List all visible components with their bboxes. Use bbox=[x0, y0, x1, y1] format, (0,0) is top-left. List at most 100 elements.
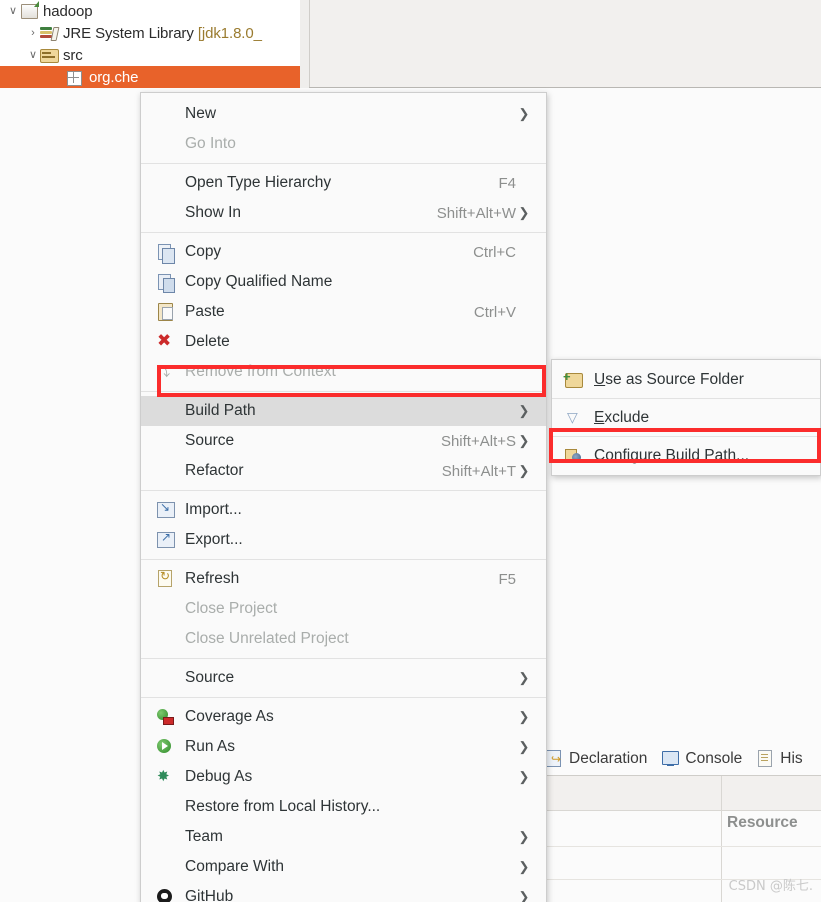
chevron-right-icon[interactable]: › bbox=[26, 27, 40, 39]
tree-row-suffix: [jdk1.8.0_ bbox=[197, 24, 262, 42]
arrow-placeholder: ❯ bbox=[516, 631, 532, 647]
menu-item-go-into: Go Into ❯ bbox=[141, 129, 546, 159]
menu-item-label: Close Project bbox=[185, 600, 278, 617]
menu-item-refresh[interactable]: Refresh F5❯ bbox=[141, 564, 546, 594]
eclipse-workbench-screenshot: ∨ hadoop › JRE System Library [jdk1.8.0_ ∨ sr… bbox=[0, 0, 821, 902]
menu-item-refactor[interactable]: Refactor Shift+Alt+T ❯ bbox=[141, 456, 546, 486]
menu-item-compare-with[interactable]: Compare With ❯ bbox=[141, 852, 546, 882]
configure-build-path-icon bbox=[564, 447, 586, 465]
chevron-right-icon: ❯ bbox=[518, 739, 530, 754]
arrow-placeholder: ❯ bbox=[516, 532, 532, 548]
export-icon bbox=[155, 530, 177, 549]
github-icon bbox=[155, 888, 177, 902]
menu-separator bbox=[141, 232, 546, 233]
menu-item-team[interactable]: Team ❯ bbox=[141, 822, 546, 852]
chevron-down-icon[interactable]: ∨ bbox=[26, 49, 40, 61]
tree-row-label: hadoop bbox=[43, 2, 93, 20]
submenu-item-label: Exclude bbox=[594, 409, 790, 427]
menu-item-copy-qualified-name[interactable]: Copy Qualified Name ❯ bbox=[141, 267, 546, 297]
console-icon bbox=[661, 750, 680, 767]
arrow-placeholder: ❯ bbox=[790, 448, 806, 464]
menu-item-delete[interactable]: ✖ Delete ❯ bbox=[141, 327, 546, 357]
chevron-right-icon: ❯ bbox=[518, 433, 530, 448]
menu-separator bbox=[141, 391, 546, 392]
submenu-item-label-rest: xclude bbox=[604, 408, 650, 426]
submenu-item-configure-build-path[interactable]: Configure Build Path...❯ bbox=[552, 440, 820, 471]
arrow-placeholder: ❯ bbox=[516, 334, 532, 350]
menu-item-github[interactable]: GitHub ❯ bbox=[141, 882, 546, 902]
menu-separator bbox=[141, 163, 546, 164]
exclude-icon: ▽ bbox=[567, 408, 578, 425]
chevron-right-icon: ❯ bbox=[518, 769, 530, 784]
submenu-separator bbox=[552, 398, 820, 399]
menu-item-accelerator: Shift+Alt+S bbox=[440, 432, 516, 450]
delete-icon: ✖ bbox=[157, 331, 172, 351]
mnemonic-letter: U bbox=[594, 370, 606, 388]
import-icon bbox=[155, 500, 177, 519]
build-path-submenu[interactable]: Use as Source Folder❯ ▽ Exclude ❯Configure … bbox=[551, 359, 821, 476]
submenu-item-label: Configure Build Path... bbox=[594, 447, 790, 465]
menu-item-open-type-hierarchy[interactable]: Open Type Hierarchy F4❯ bbox=[141, 168, 546, 198]
tab-label: Declaration bbox=[569, 749, 648, 767]
menu-item-label: Remove from Context bbox=[185, 363, 336, 380]
arrow-placeholder: ❯ bbox=[516, 175, 532, 191]
menu-separator bbox=[141, 658, 546, 659]
menu-item-label: New bbox=[185, 105, 217, 122]
tree-row[interactable]: ∨ src bbox=[0, 44, 300, 66]
menu-item-accelerator: Shift+Alt+W bbox=[436, 204, 516, 222]
column-divider-header[interactable] bbox=[721, 776, 722, 810]
menu-item-export[interactable]: Export... ❯ bbox=[141, 525, 546, 555]
tab-declaration[interactable]: Declaration bbox=[545, 744, 647, 773]
menu-item-debug-as[interactable]: ✸ Debug As ❯ bbox=[141, 762, 546, 792]
menu-item-accelerator: Shift+Alt+T bbox=[441, 462, 516, 480]
menu-separator bbox=[141, 697, 546, 698]
chevron-right-icon: ❯ bbox=[518, 829, 530, 844]
menu-item-build-path[interactable]: Build Path ❯ bbox=[141, 396, 546, 426]
use-as-source-folder-icon bbox=[563, 369, 586, 389]
editor-area[interactable] bbox=[309, 0, 821, 88]
menu-item-paste[interactable]: Paste Ctrl+V❯ bbox=[141, 297, 546, 327]
package-icon bbox=[66, 69, 84, 86]
arrow-placeholder: ❯ bbox=[516, 571, 532, 587]
chevron-right-icon: ❯ bbox=[518, 709, 530, 724]
arrow-placeholder: ❯ bbox=[516, 274, 532, 290]
menu-item-label: Run As bbox=[185, 738, 235, 755]
menu-item-coverage-as[interactable]: Coverage As ❯ bbox=[141, 702, 546, 732]
menu-item-new[interactable]: New ❯ bbox=[141, 99, 546, 129]
problems-table-header bbox=[545, 776, 821, 811]
menu-item-accelerator: Ctrl+V bbox=[473, 303, 516, 321]
submenu-item-use-as-source-folder[interactable]: Use as Source Folder❯ bbox=[552, 364, 820, 395]
tree-row[interactable]: org.che bbox=[0, 66, 300, 88]
menu-item-import[interactable]: Import... ❯ bbox=[141, 495, 546, 525]
context-menu[interactable]: New❯Go Into❯Open Type HierarchyF4❯Show I… bbox=[140, 92, 547, 902]
menu-item-source[interactable]: Source ❯ bbox=[141, 663, 546, 693]
arrow-placeholder: ❯ bbox=[516, 136, 532, 152]
chevron-right-icon: ❯ bbox=[518, 859, 530, 874]
column-divider-body[interactable] bbox=[721, 810, 722, 902]
coverage-as-icon bbox=[155, 708, 177, 726]
paste-icon bbox=[155, 303, 177, 321]
mnemonic-letter: E bbox=[594, 408, 605, 426]
tree-row-label: JRE System Library [jdk1.8.0_ bbox=[63, 24, 262, 42]
menu-item-show-in[interactable]: Show In Shift+Alt+W ❯ bbox=[141, 198, 546, 228]
tab-his[interactable]: His bbox=[756, 744, 803, 773]
menu-item-label: Close Unrelated Project bbox=[185, 630, 349, 647]
menu-item-label: Show In bbox=[185, 204, 242, 221]
tab-console[interactable]: Console bbox=[661, 744, 742, 773]
menu-item-label: Copy Qualified Name bbox=[185, 273, 333, 290]
bottom-view-tabfolder: Declaration Console His bbox=[545, 744, 821, 773]
menu-item-run-as[interactable]: Run As ❯ bbox=[141, 732, 546, 762]
chevron-down-icon[interactable]: ∨ bbox=[6, 5, 20, 17]
menu-item-label: GitHub bbox=[185, 888, 234, 902]
menu-item-restore-from-local-history[interactable]: Restore from Local History... ❯ bbox=[141, 792, 546, 822]
menu-item-copy[interactable]: Copy Ctrl+C❯ bbox=[141, 237, 546, 267]
tree-row[interactable]: › JRE System Library [jdk1.8.0_ bbox=[0, 22, 300, 44]
submenu-item-exclude[interactable]: ▽Exclude❯ bbox=[552, 402, 820, 433]
project-icon bbox=[20, 1, 39, 19]
chevron-right-icon: ❯ bbox=[518, 889, 530, 902]
tree-row[interactable]: ∨ hadoop bbox=[0, 0, 300, 22]
menu-separator bbox=[141, 490, 546, 491]
menu-item-source[interactable]: Source Shift+Alt+S ❯ bbox=[141, 426, 546, 456]
column-header-resource[interactable]: Resource bbox=[727, 814, 798, 832]
menu-item-label: Go Into bbox=[185, 135, 236, 152]
